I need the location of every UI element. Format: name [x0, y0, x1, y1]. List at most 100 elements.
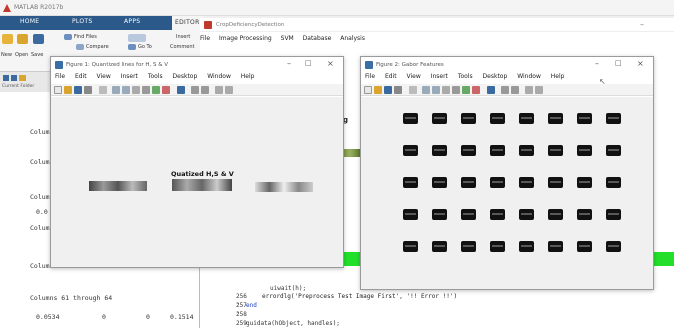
gabor-feature-grid	[361, 97, 653, 289]
data-cursor-icon[interactable]	[152, 86, 160, 94]
figure2-menubar: File Edit View Insert Tools Desktop Wind…	[361, 73, 653, 84]
menu-view[interactable]: View	[407, 73, 421, 80]
open-button[interactable]: Open	[15, 52, 28, 58]
menu-database[interactable]: Database	[303, 35, 332, 42]
code-line[interactable]: guidata(hObject, handles);	[246, 320, 340, 327]
code-line[interactable]: end	[246, 302, 257, 309]
menu-edit[interactable]: Edit	[385, 73, 397, 80]
go-to-button[interactable]: Go To	[138, 44, 152, 50]
menu-edit[interactable]: Edit	[75, 73, 87, 80]
hide-tools-icon[interactable]	[525, 86, 533, 94]
minimize-icon[interactable]: –	[287, 59, 291, 68]
gabor-feature-image	[519, 145, 534, 156]
rotate-icon[interactable]	[142, 86, 150, 94]
data-cursor-icon[interactable]	[462, 86, 470, 94]
open-folder-icon[interactable]	[17, 34, 28, 44]
print-icon[interactable]	[394, 86, 402, 94]
menu-file[interactable]: File	[365, 73, 375, 80]
zoom-out-icon[interactable]	[432, 86, 440, 94]
compare-icon[interactable]	[76, 44, 84, 50]
colorbar-icon[interactable]	[191, 86, 199, 94]
back-arrow-icon[interactable]	[3, 75, 9, 81]
menu-tools[interactable]: Tools	[458, 73, 473, 80]
link-plot-icon[interactable]	[177, 86, 185, 94]
code-line[interactable]: errordlg('Preprocess Test Image First', …	[262, 293, 457, 300]
new-icon[interactable]	[2, 34, 13, 44]
app-title-bar: MATLAB R2017b	[0, 0, 674, 16]
show-tools-icon[interactable]	[225, 86, 233, 94]
comment-button[interactable]: Comment	[170, 44, 195, 50]
menu-insert[interactable]: Insert	[121, 73, 138, 80]
indent-icon[interactable]	[128, 34, 146, 42]
gabor-feature-image	[403, 209, 418, 220]
new-figure-icon[interactable]	[54, 86, 62, 94]
tab-editor[interactable]: EDITOR	[172, 16, 203, 30]
find-files-button[interactable]: Find Files	[74, 34, 97, 40]
minimize-icon[interactable]: –	[640, 20, 644, 29]
save-icon[interactable]	[33, 34, 44, 44]
close-icon[interactable]: ×	[637, 59, 644, 68]
gabor-feature-image	[577, 177, 592, 188]
cmd-line: 0.0	[36, 208, 48, 216]
tab-apps[interactable]: APPS	[124, 18, 140, 25]
maximize-icon[interactable]: □	[615, 59, 622, 67]
menu-file[interactable]: File	[55, 73, 65, 80]
legend-icon[interactable]	[201, 86, 209, 94]
pan-icon[interactable]	[442, 86, 450, 94]
mouse-cursor-icon: ↖	[599, 77, 606, 86]
pointer-icon[interactable]	[99, 86, 107, 94]
menu-desktop[interactable]: Desktop	[483, 73, 508, 80]
forward-arrow-icon[interactable]	[11, 75, 17, 81]
brush-icon[interactable]	[472, 86, 480, 94]
tab-plots[interactable]: PLOTS	[72, 18, 92, 25]
link-plot-icon[interactable]	[487, 86, 495, 94]
menu-analysis[interactable]: Analysis	[340, 35, 365, 42]
new-figure-icon[interactable]	[364, 86, 372, 94]
new-button[interactable]: New	[1, 52, 12, 58]
open-file-icon[interactable]	[64, 86, 72, 94]
menu-tools[interactable]: Tools	[148, 73, 163, 80]
zoom-in-icon[interactable]	[112, 86, 120, 94]
save-button[interactable]: Save	[31, 52, 43, 58]
menu-insert[interactable]: Insert	[431, 73, 448, 80]
colorbar-icon[interactable]	[501, 86, 509, 94]
legend-icon[interactable]	[511, 86, 519, 94]
compare-button[interactable]: Compare	[86, 44, 109, 50]
cmd-line: Colum	[30, 224, 50, 232]
show-tools-icon[interactable]	[535, 86, 543, 94]
menu-svm[interactable]: SVM	[281, 35, 294, 42]
menu-window[interactable]: Window	[207, 73, 231, 80]
cmd-value: 0	[102, 313, 106, 321]
menu-image-processing[interactable]: Image Processing	[219, 35, 272, 42]
minimize-icon[interactable]: –	[595, 59, 599, 68]
rotate-icon[interactable]	[452, 86, 460, 94]
zoom-out-icon[interactable]	[122, 86, 130, 94]
menu-window[interactable]: Window	[517, 73, 541, 80]
insert-button[interactable]: Insert	[176, 34, 190, 40]
menu-view[interactable]: View	[97, 73, 111, 80]
maximize-icon[interactable]: □	[305, 59, 312, 67]
open-file-icon[interactable]	[374, 86, 382, 94]
folder-icon[interactable]	[19, 75, 26, 81]
gabor-feature-image	[577, 113, 592, 124]
menu-help[interactable]: Help	[551, 73, 565, 80]
menu-file[interactable]: File	[200, 35, 210, 42]
go-to-icon[interactable]	[128, 44, 136, 50]
save-figure-icon[interactable]	[384, 86, 392, 94]
hide-tools-icon[interactable]	[215, 86, 223, 94]
save-figure-icon[interactable]	[74, 86, 82, 94]
zoom-in-icon[interactable]	[422, 86, 430, 94]
ribbon-tabs: HOME PLOTS APPS EDITOR	[0, 16, 203, 30]
pan-icon[interactable]	[132, 86, 140, 94]
brush-icon[interactable]	[162, 86, 170, 94]
gabor-feature-image	[577, 241, 592, 252]
print-icon[interactable]	[84, 86, 92, 94]
menu-help[interactable]: Help	[241, 73, 255, 80]
tab-home[interactable]: HOME	[20, 18, 39, 25]
close-icon[interactable]: ×	[327, 59, 334, 68]
find-files-icon[interactable]	[64, 34, 72, 40]
code-line[interactable]: uiwait(h);	[270, 285, 306, 292]
gabor-feature-image	[519, 113, 534, 124]
pointer-icon[interactable]	[409, 86, 417, 94]
menu-desktop[interactable]: Desktop	[173, 73, 198, 80]
